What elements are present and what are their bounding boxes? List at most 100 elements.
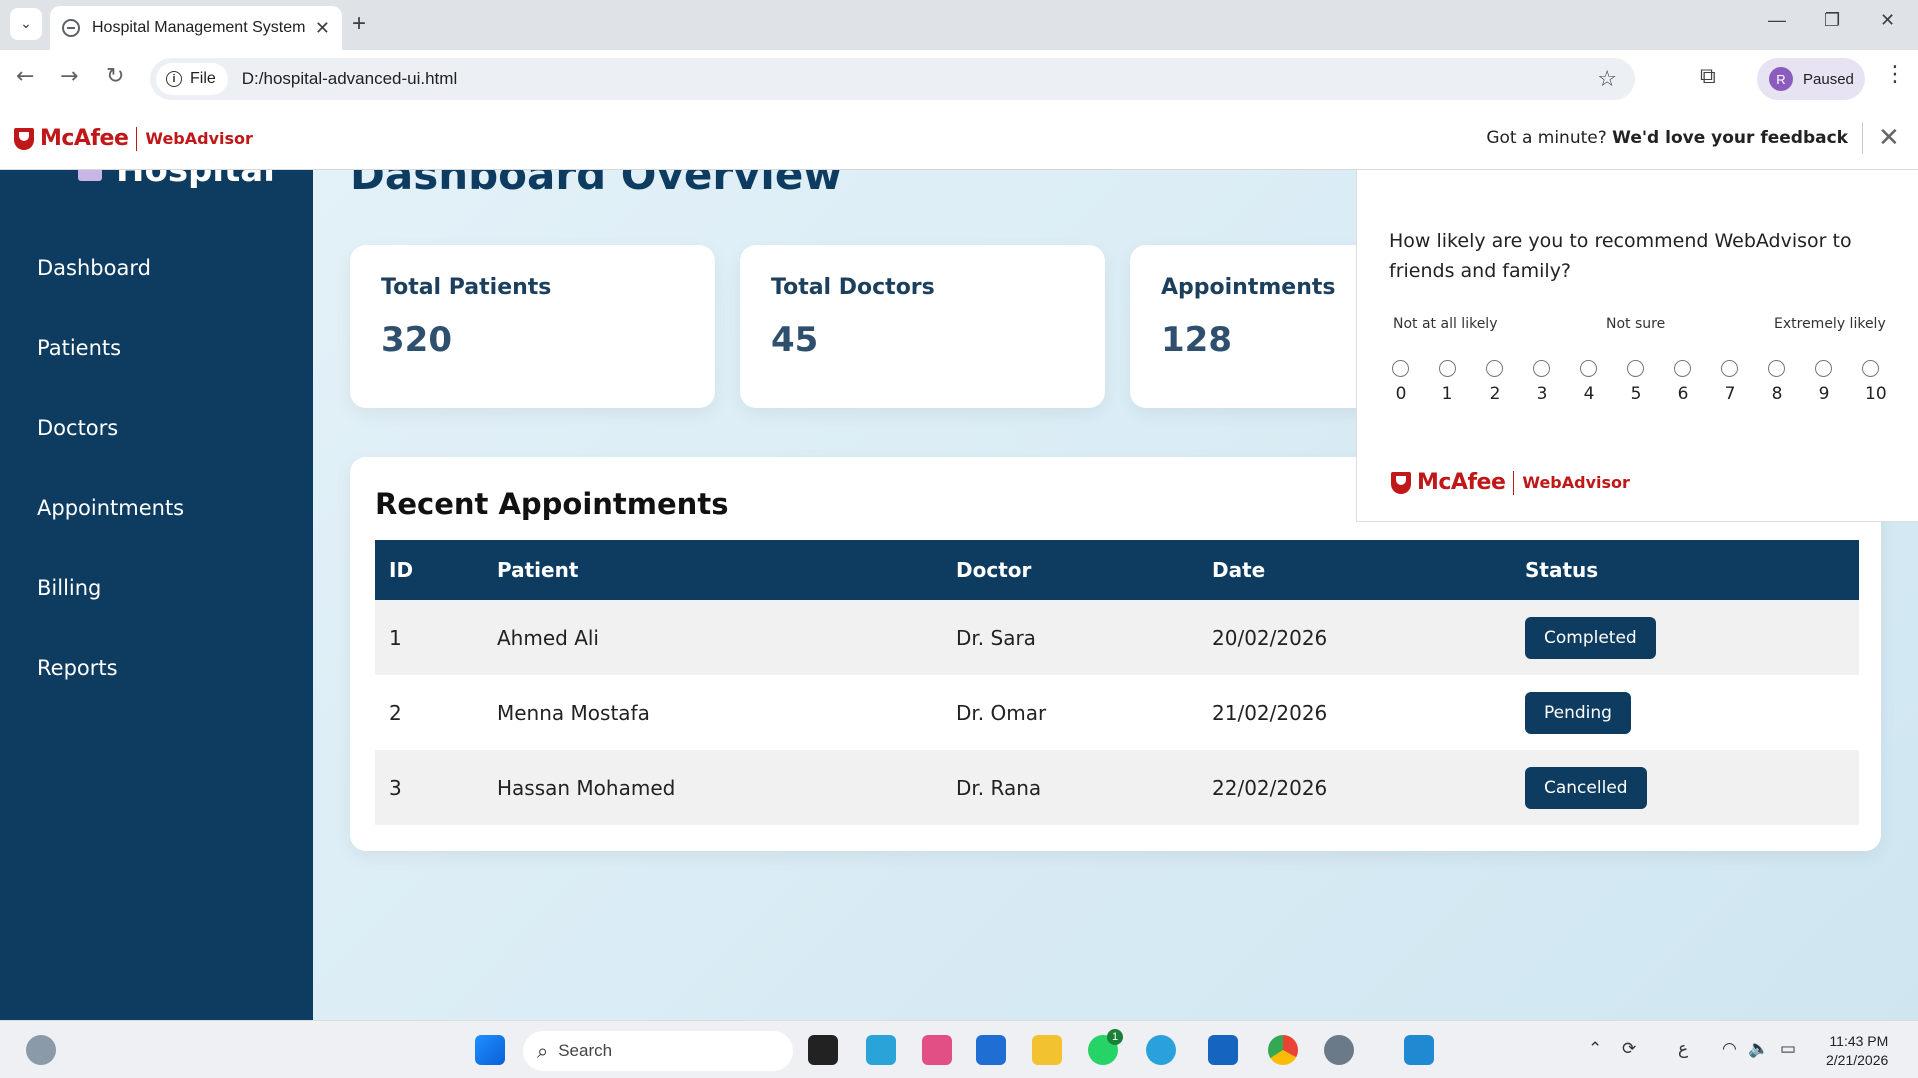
rating-number: 5 xyxy=(1630,384,1642,404)
globe-icon xyxy=(62,19,80,37)
back-icon[interactable]: ← xyxy=(16,64,34,89)
input-language[interactable]: ع xyxy=(1678,1039,1688,1059)
sidebar-item-dashboard[interactable]: Dashboard xyxy=(37,256,151,280)
sidebar-item-appointments[interactable]: Appointments xyxy=(37,496,184,520)
cell-date: 22/02/2026 xyxy=(1198,750,1511,825)
survey-question: How likely are you to recommend WebAdvis… xyxy=(1389,230,1852,282)
window-close-icon[interactable]: ✕ xyxy=(1880,10,1895,31)
site-info-chip[interactable]: i File xyxy=(156,63,228,95)
profile-button[interactable]: R Paused xyxy=(1757,58,1865,100)
rating-number: 1 xyxy=(1441,384,1453,404)
wifi-icon[interactable]: ◠ xyxy=(1722,1039,1737,1059)
windows-start-icon[interactable] xyxy=(475,1035,505,1065)
minimize-icon[interactable]: — xyxy=(1768,10,1786,31)
rating-radio-8[interactable] xyxy=(1768,360,1785,377)
forward-icon[interactable]: → xyxy=(60,64,78,89)
rating-radio-3[interactable] xyxy=(1533,360,1550,377)
sidebar: Hospital Dashboard Patients Doctors Appo… xyxy=(0,170,313,1020)
telegram-icon[interactable] xyxy=(1146,1035,1176,1065)
cell-id: 3 xyxy=(375,750,483,825)
taskbar: ⌕ Search 1 ⌃ ⟳ ع ◠ 🔈 ▭ 11:43 PM 2/21/202… xyxy=(0,1020,1918,1078)
system-clock[interactable]: 11:43 PM 2/21/2026 xyxy=(1826,1032,1888,1070)
rating-radio-1[interactable] xyxy=(1439,360,1456,377)
mcafee-logo: McAfee WebAdvisor xyxy=(1391,470,1630,495)
rating-radio-4[interactable] xyxy=(1580,360,1597,377)
restore-icon[interactable]: ❐ xyxy=(1824,10,1840,31)
rating-number: 10 xyxy=(1865,384,1887,404)
store-icon[interactable] xyxy=(1208,1035,1238,1065)
mcafee-product: WebAdvisor xyxy=(145,129,253,148)
status-badge[interactable]: Completed xyxy=(1525,616,1656,659)
cell-status: Completed xyxy=(1511,600,1859,675)
card-label: Total Doctors xyxy=(771,275,935,300)
browser-tab-strip: ⌄ Hospital Management System ✕ + — ❐ ✕ xyxy=(0,0,1918,50)
rating-radio-9[interactable] xyxy=(1815,360,1832,377)
bookmark-star-icon[interactable]: ☆ xyxy=(1597,67,1617,92)
stat-card-patients: Total Patients 320 xyxy=(350,245,715,408)
tab-title: Hospital Management System xyxy=(92,19,306,36)
clock-date: 2/21/2026 xyxy=(1826,1052,1889,1068)
brand-label: Hospital xyxy=(116,170,275,190)
url-text[interactable]: D:/hospital-advanced-ui.html xyxy=(242,69,1597,89)
mcafee-feedback-bar: McAfee WebAdvisor Got a minute? We'd lov… xyxy=(0,108,1918,170)
chevron-down-icon: ⌄ xyxy=(20,16,32,32)
rating-radio-6[interactable] xyxy=(1674,360,1691,377)
info-icon: i xyxy=(166,71,182,87)
profile-status: Paused xyxy=(1803,70,1854,88)
clock-time: 11:43 PM xyxy=(1829,1033,1889,1049)
browser-toolbar: ← → ↻ i File D:/hospital-advanced-ui.htm… xyxy=(0,50,1918,108)
cell-patient: Ahmed Ali xyxy=(483,600,942,675)
section-title: Recent Appointments xyxy=(375,487,729,521)
browser-tab[interactable]: Hospital Management System ✕ xyxy=(50,6,342,50)
settings-icon[interactable] xyxy=(1324,1035,1354,1065)
copilot-icon[interactable] xyxy=(922,1035,952,1065)
taskbar-search[interactable]: ⌕ Search xyxy=(523,1031,793,1071)
card-value: 45 xyxy=(771,320,819,360)
cell-status: Pending xyxy=(1511,675,1859,750)
extensions-icon[interactable]: ⧉ xyxy=(1700,64,1716,89)
volume-icon[interactable]: 🔈 xyxy=(1748,1039,1769,1059)
column-header-doctor: Doctor xyxy=(942,540,1198,600)
battery-icon[interactable]: ▭ xyxy=(1780,1039,1796,1059)
cell-doctor: Dr. Sara xyxy=(942,600,1198,675)
status-badge[interactable]: Pending xyxy=(1525,691,1631,734)
task-view-icon[interactable] xyxy=(808,1035,838,1065)
photos-icon[interactable] xyxy=(866,1035,896,1065)
sidebar-item-doctors[interactable]: Doctors xyxy=(37,416,118,440)
sidebar-item-reports[interactable]: Reports xyxy=(37,656,118,680)
chevron-up-icon[interactable]: ⌃ xyxy=(1588,1039,1602,1059)
new-tab-button[interactable]: + xyxy=(352,10,366,38)
mcafee-shield-icon xyxy=(14,127,34,150)
rating-radio-2[interactable] xyxy=(1486,360,1503,377)
address-bar[interactable]: i File D:/hospital-advanced-ui.html ☆ xyxy=(150,58,1635,100)
tab-search-button[interactable]: ⌄ xyxy=(10,8,42,40)
chrome-icon[interactable] xyxy=(1268,1035,1298,1065)
survey-popup: How likely are you to recommend WebAdvis… xyxy=(1356,170,1918,522)
outlook-icon[interactable] xyxy=(976,1035,1006,1065)
status-badge[interactable]: Cancelled xyxy=(1525,766,1647,809)
rating-number: 2 xyxy=(1489,384,1501,404)
rating-radio-7[interactable] xyxy=(1721,360,1738,377)
rating-radio-5[interactable] xyxy=(1627,360,1644,377)
file-explorer-icon[interactable] xyxy=(1032,1035,1062,1065)
scale-label-mid: Not sure xyxy=(1606,316,1666,332)
sync-icon[interactable]: ⟳ xyxy=(1622,1039,1636,1059)
rating-radio-0[interactable] xyxy=(1392,360,1409,377)
rating-radio-10[interactable] xyxy=(1862,360,1879,377)
search-icon: ⌕ xyxy=(537,1039,549,1063)
feedback-invite: We'd love your feedback xyxy=(1612,128,1848,148)
reload-icon[interactable]: ↻ xyxy=(106,64,124,89)
widgets-icon[interactable] xyxy=(26,1035,56,1065)
column-header-id: ID xyxy=(375,540,483,600)
vscode-icon[interactable] xyxy=(1404,1035,1434,1065)
close-tab-icon[interactable]: ✕ xyxy=(315,18,330,39)
table-row: 3 Hassan Mohamed Dr. Rana 22/02/2026 Can… xyxy=(375,750,1859,825)
close-feedback-icon[interactable]: ✕ xyxy=(1878,122,1900,153)
feedback-prompt: Got a minute? We'd love your feedback xyxy=(1486,128,1848,148)
sidebar-item-patients[interactable]: Patients xyxy=(37,336,121,360)
more-menu-icon[interactable]: ⋮ xyxy=(1884,62,1906,87)
rating-number: 8 xyxy=(1771,384,1783,404)
rating-number: 9 xyxy=(1818,384,1830,404)
sidebar-item-billing[interactable]: Billing xyxy=(37,576,101,600)
mcafee-brand: McAfee xyxy=(1417,470,1506,495)
